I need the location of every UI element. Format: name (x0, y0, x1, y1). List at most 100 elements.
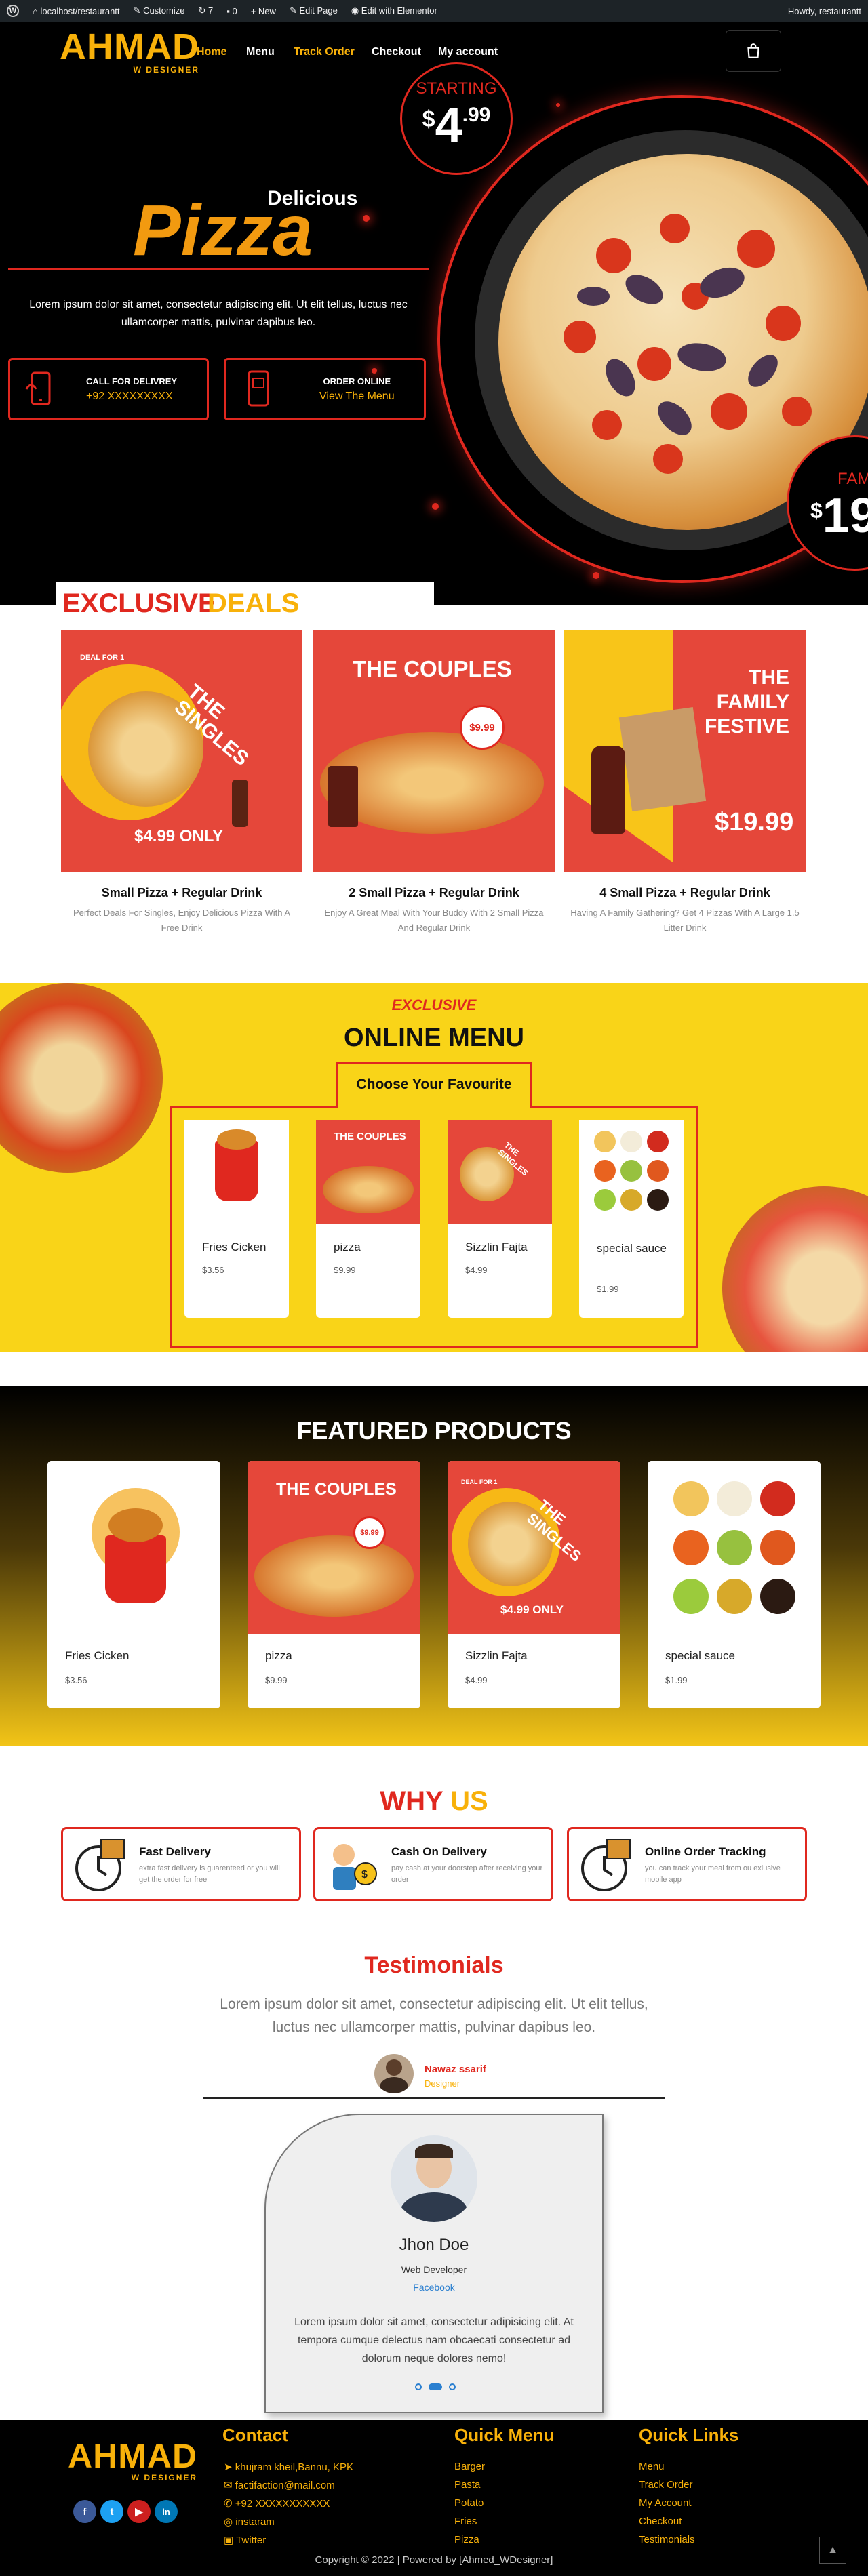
wordpress-icon[interactable]: W (7, 5, 19, 17)
hero-divider (8, 268, 429, 270)
phone-icon: ✆ (224, 2498, 233, 2510)
pizza-image (254, 1535, 414, 1617)
menu-item-card[interactable]: Fries Cicken $3.56 (184, 1120, 289, 1318)
quick-menu-link[interactable]: Barger (454, 2461, 485, 2472)
footer-quick-links-title: Quick Links (639, 2425, 739, 2445)
product-card[interactable]: special sauce $1.99 (648, 1461, 821, 1708)
fried-chicken-bucket-image (105, 1535, 166, 1603)
product-card[interactable]: DEAL FOR 1 THE SINGLES $4.99 ONLY Sizzli… (448, 1461, 620, 1708)
quick-menu-link[interactable]: Pizza (454, 2534, 479, 2545)
twitter-icon[interactable]: t (100, 2500, 123, 2523)
glow-dot (556, 103, 560, 107)
testimonial-name: Jhon Doe (399, 2236, 469, 2254)
fast-delivery-icon (75, 1839, 125, 1891)
testimonial-pagination (415, 2383, 456, 2390)
contact-email[interactable]: ✉ factifaction@mail.com (224, 2479, 335, 2491)
pizza-image (323, 1166, 414, 1213)
elementor-link[interactable]: ◉ Edit with Elementor (351, 5, 437, 16)
updates-link[interactable]: ↻ 7 (198, 5, 213, 16)
instagram-icon: ◎ (224, 2516, 233, 2528)
mail-icon: ✉ (224, 2480, 233, 2491)
featured-title: FEATURED PRODUCTS (296, 1417, 572, 1445)
pagination-dot-active[interactable] (429, 2383, 442, 2390)
quick-link[interactable]: My Account (639, 2497, 692, 2509)
why-card-fast-delivery: Fast Delivery extra fast delivery is gua… (61, 1827, 301, 1901)
menu-item-card[interactable]: THE COUPLES pizza $9.99 (316, 1120, 420, 1318)
testimonial-card: Jhon Doe Web Developer Facebook Lorem ip… (264, 2114, 604, 2413)
edit-page-link[interactable]: ✎ Edit Page (290, 5, 338, 16)
glow-dot (432, 503, 439, 510)
cash-delivery-icon: $ (333, 1844, 377, 1890)
drink-cup-image (328, 766, 358, 827)
call-delivery-button[interactable]: CALL FOR DELIVREY +92 XXXXXXXXX (8, 358, 209, 420)
quick-menu-link[interactable]: Fries (454, 2516, 477, 2527)
starting-price-badge: STARTING $4.99 (400, 62, 513, 175)
product-card[interactable]: Fries Cicken $3.56 (47, 1461, 220, 1708)
author-avatar (374, 2054, 414, 2093)
glow-dot (363, 215, 370, 222)
deals-title-yellow: DEALS (208, 588, 300, 618)
svg-text:$: $ (361, 1869, 368, 1880)
menu-item-card[interactable]: special sauce $1.99 (579, 1120, 684, 1318)
wp-admin-bar: W ⌂ localhost/restaurantt ✎ Customize ↻ … (0, 0, 868, 22)
quick-menu-link[interactable]: Pasta (454, 2479, 480, 2491)
nav-menu[interactable]: Menu (246, 46, 275, 58)
footer-logo[interactable]: AHMAD W DESIGNER (68, 2439, 197, 2482)
facebook-icon[interactable]: f (73, 2500, 96, 2523)
footer-quick-menu-title: Quick Menu (454, 2425, 555, 2445)
deal-card-couples[interactable]: THE COUPLES $9.99 (313, 630, 555, 872)
deal-desc: Perfect Deals For Singles, Enjoy Delicio… (73, 908, 291, 933)
why-card-cash-on-delivery: $ Cash On Delivery pay cash at your door… (313, 1827, 553, 1901)
new-link[interactable]: + New (251, 6, 276, 16)
drink-bottle-image (591, 746, 625, 834)
contact-address[interactable]: ➤ khujram kheil,Bannu, KPK (224, 2461, 353, 2473)
deals-title-box: EXCLUSIVE DEALS (56, 582, 434, 622)
deal-card-singles[interactable]: DEAL FOR 1 THE SINGLES $4.99 ONLY (61, 630, 302, 872)
youtube-icon[interactable]: ▶ (127, 2500, 151, 2523)
pagination-dot[interactable] (415, 2383, 422, 2390)
quick-link[interactable]: Track Order (639, 2479, 692, 2491)
comments-link[interactable]: ▪ 0 (226, 6, 237, 16)
cart-button[interactable] (726, 30, 781, 72)
contact-twitter[interactable]: ▣ Twitter (224, 2534, 266, 2546)
nav-home[interactable]: Home (197, 46, 226, 58)
order-online-button[interactable]: ORDER ONLINE View The Menu (224, 358, 426, 420)
contact-phone[interactable]: ✆ +92 XXXXXXXXXXX (224, 2497, 330, 2510)
product-card[interactable]: THE COUPLES $9.99 pizza $9.99 (248, 1461, 420, 1708)
deal-desc: Enjoy A Great Meal With Your Buddy With … (324, 908, 544, 933)
site-logo[interactable]: AHMAD W DESIGNER (60, 28, 199, 75)
testimonials-divider (203, 2097, 665, 2099)
phone-order-icon (25, 371, 51, 405)
deal-card-family[interactable]: THE FAMILY FESTIVE $19.99 (564, 630, 806, 872)
howdy-user[interactable]: Howdy, restaurantt (788, 6, 861, 16)
nav-track-order[interactable]: Track Order (294, 46, 355, 58)
testimonials-title: Testimonials (364, 1952, 504, 1978)
location-icon: ➤ (224, 2461, 233, 2473)
hero-pizza-title: Pizza (133, 190, 313, 270)
quick-link[interactable]: Checkout (639, 2516, 682, 2527)
mobile-order-icon (248, 370, 269, 407)
site-link[interactable]: ⌂ localhost/restaurantt (33, 6, 120, 16)
author-name: Nawaz ssarif (425, 2064, 486, 2075)
linkedin-icon[interactable]: in (155, 2500, 178, 2523)
quick-link[interactable]: Testimonials (639, 2534, 695, 2545)
scroll-top-button[interactable]: ▲ (819, 2537, 846, 2564)
menu-item-card[interactable]: THE SINGLES Sizzlin Fajta $4.99 (448, 1120, 552, 1318)
copyright: Copyright © 2022 | Powered by [Ahmed_WDe… (315, 2554, 553, 2566)
twitter-small-icon: ▣ (224, 2535, 234, 2546)
pizza-image (722, 1186, 868, 1352)
pagination-dot[interactable] (449, 2383, 456, 2390)
why-card-order-tracking: Online Order Tracking you can track your… (567, 1827, 807, 1901)
nav-checkout[interactable]: Checkout (372, 46, 421, 58)
nav-my-account[interactable]: My account (438, 46, 498, 58)
why-title: WHY US (380, 1786, 488, 1816)
customize-link[interactable]: ✎ Customize (134, 5, 185, 16)
testimonial-facebook-link[interactable]: Facebook (266, 2282, 602, 2293)
footer-contact-title: Contact (222, 2425, 288, 2445)
sauce-bowls-image (594, 1131, 669, 1211)
online-menu-title: ONLINE MENU (344, 1024, 524, 1052)
contact-instagram[interactable]: ◎ instaram (224, 2516, 275, 2528)
quick-link[interactable]: Menu (639, 2461, 665, 2472)
quick-menu-link[interactable]: Potato (454, 2497, 484, 2509)
deal-title: 4 Small Pizza + Regular Drink (599, 886, 770, 900)
